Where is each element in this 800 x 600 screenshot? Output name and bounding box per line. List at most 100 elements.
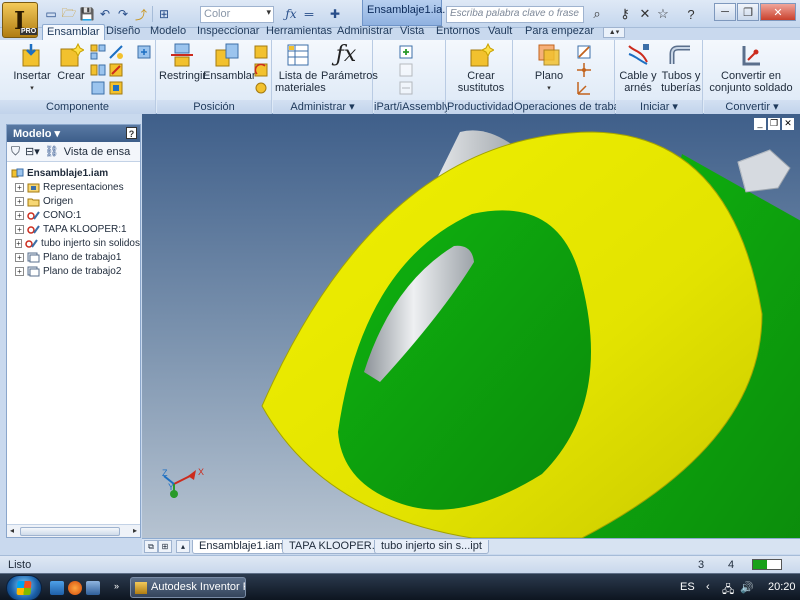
expand-icon[interactable]: + xyxy=(15,182,24,192)
create-substitutes-button[interactable]: Crear sustitutos xyxy=(455,42,507,94)
tab-modelo[interactable]: Modelo xyxy=(150,24,186,40)
tree-node-root[interactable]: Ensamblaje1.iam xyxy=(11,166,140,180)
expand-icon[interactable]: + xyxy=(15,196,24,206)
work-point-icon[interactable] xyxy=(576,62,592,78)
measure-icon[interactable]: ═ xyxy=(300,5,318,23)
tree-node-origen[interactable]: + Origen xyxy=(11,194,140,208)
help-icon[interactable]: ? xyxy=(682,5,700,23)
tray-expand-icon[interactable]: ‹ xyxy=(706,581,710,593)
pattern-icon[interactable] xyxy=(90,44,106,60)
taskbar-inventor-button[interactable]: Autodesk Inventor P... xyxy=(130,577,246,598)
tab-para-empezar[interactable]: Para empezar xyxy=(525,24,594,40)
show-desktop-icon[interactable] xyxy=(50,581,64,595)
tab-diseno[interactable]: Diseño xyxy=(106,24,140,40)
ipart-table-icon[interactable] xyxy=(398,44,414,60)
insert-component-button[interactable]: Insertar ▾ xyxy=(10,42,54,95)
view-structure-icon[interactable]: ⛓ xyxy=(45,145,59,158)
replace-icon[interactable] xyxy=(108,62,124,78)
tile-windows-icon[interactable]: ⊞ xyxy=(158,540,172,553)
browser-horizontal-scrollbar[interactable]: ◂ ▸ xyxy=(7,524,140,537)
doc-tab-tubo-injerto[interactable]: tubo injerto sin s...ipt xyxy=(374,540,489,554)
tab-vista[interactable]: Vista xyxy=(400,24,424,40)
viewport-restore-button[interactable]: ❐ xyxy=(768,118,780,130)
bill-of-materials-button[interactable]: Lista de materiales xyxy=(275,42,326,94)
maximize-button[interactable]: ❐ xyxy=(737,3,759,21)
arrange-windows-icon[interactable]: ⧉ xyxy=(144,540,158,553)
select-filter-icon[interactable]: ⊞ xyxy=(155,5,173,23)
tree-node-representaciones[interactable]: + Representaciones xyxy=(11,180,140,194)
expand-icon[interactable]: + xyxy=(15,252,24,262)
shrinkwrap-icon[interactable] xyxy=(90,80,106,96)
scroll-right-icon[interactable]: ▸ xyxy=(133,526,137,535)
quicklaunch-expand-icon[interactable]: » xyxy=(114,581,119,591)
mirror-icon[interactable] xyxy=(90,62,106,78)
view-cube[interactable] xyxy=(737,149,791,193)
search-input[interactable]: Escriba palabra clave o frase xyxy=(446,6,584,23)
tab-entornos[interactable]: Entornos xyxy=(436,24,480,40)
viewport-close-button[interactable]: ✕ xyxy=(782,118,794,130)
tube-pipe-button[interactable]: Tubos y tuberías xyxy=(660,42,702,94)
tab-administrar[interactable]: Administrar xyxy=(337,24,393,40)
return-icon[interactable]: ⤴ xyxy=(132,5,150,23)
expand-icon[interactable]: + xyxy=(15,224,24,234)
close-window-button[interactable]: ✕ xyxy=(760,3,796,21)
save-icon[interactable]: 💾 xyxy=(78,5,96,23)
tree-node-tapa-klooper[interactable]: + TAPA KLOOPER:1 xyxy=(11,222,140,236)
expand-icon[interactable]: + xyxy=(15,210,24,220)
move-icon[interactable] xyxy=(253,44,269,60)
help-icon[interactable]: ? xyxy=(126,127,137,139)
derive-icon[interactable] xyxy=(108,80,124,96)
color-override-dropdown[interactable]: Color ▾ xyxy=(200,6,274,23)
binoculars-icon[interactable]: ⌕ xyxy=(588,5,606,23)
rotate-icon[interactable] xyxy=(253,62,269,78)
tree-node-tubo-injerto[interactable]: + tubo injerto sin solidos xyxy=(11,236,140,250)
ribbon-minimize-toggle[interactable]: ▲▾ xyxy=(603,27,625,38)
tree-node-cono[interactable]: + CONO:1 xyxy=(11,208,140,222)
create-component-button[interactable]: Crear xyxy=(56,42,86,82)
function-icon[interactable]: ƒx xyxy=(282,5,300,23)
browser-header[interactable]: Modelo ▾ ? xyxy=(7,125,140,142)
key-icon[interactable]: ⚷ xyxy=(616,5,634,23)
undo-icon[interactable]: ↶ xyxy=(96,5,114,23)
browser-view-dropdown[interactable]: Vista de ensa xyxy=(64,146,130,158)
expand-icon[interactable]: + xyxy=(15,266,24,276)
tab-vault[interactable]: Vault xyxy=(488,24,512,40)
tab-herramientas[interactable]: Herramientas xyxy=(266,24,332,40)
filter-icon[interactable]: ⛉ xyxy=(11,144,20,159)
work-axis-icon[interactable] xyxy=(576,44,592,60)
grip-icon[interactable] xyxy=(253,80,269,96)
expand-icon[interactable]: + xyxy=(15,238,23,248)
assemble-button[interactable]: Ensamblar xyxy=(203,42,256,82)
restrict-button[interactable]: Restringir xyxy=(159,42,206,82)
viewport-minimize-button[interactable]: _ xyxy=(754,118,766,130)
minimize-button[interactable]: ─ xyxy=(714,3,736,21)
clock[interactable]: 20:20 xyxy=(768,581,796,593)
favorites-star-icon[interactable]: ☆ xyxy=(654,5,672,23)
scroll-left-icon[interactable]: ◂ xyxy=(10,526,14,535)
redo-icon[interactable]: ↷ xyxy=(114,5,132,23)
switch-windows-icon[interactable] xyxy=(86,581,100,595)
convert-weldment-button[interactable]: Convertir en conjunto soldado xyxy=(706,42,796,94)
new-document-icon[interactable]: ▭ xyxy=(42,5,60,23)
application-menu-button[interactable]: I PRO xyxy=(2,2,38,38)
cable-harness-button[interactable]: Cable y arnés xyxy=(618,42,658,94)
tree-node-plano-2[interactable]: + Plano de trabajo2 xyxy=(11,264,140,278)
tree-node-plano-1[interactable]: + Plano de trabajo1 xyxy=(11,250,140,264)
work-plane-button[interactable]: Plano ▾ xyxy=(528,42,570,95)
volume-icon[interactable]: 🔊 xyxy=(740,581,754,594)
copy-icon[interactable] xyxy=(108,44,124,60)
open-documents-menu-icon[interactable]: ▴ xyxy=(176,540,190,553)
tab-ensamblar[interactable]: Ensamblar xyxy=(42,24,105,40)
tab-inspeccionar[interactable]: Inspeccionar xyxy=(197,24,259,40)
grip-snap-icon[interactable] xyxy=(136,44,152,60)
open-folder-icon[interactable]: 🗁 xyxy=(60,5,78,23)
parameters-button[interactable]: ƒx Parámetros xyxy=(321,42,378,82)
scrollbar-thumb[interactable] xyxy=(20,527,120,536)
language-indicator[interactable]: ES xyxy=(680,581,695,593)
add-icon[interactable]: ✚ xyxy=(326,5,344,23)
start-button[interactable] xyxy=(6,575,42,600)
tree-options-icon[interactable]: ⊟▾ xyxy=(25,145,40,158)
network-icon[interactable]: 🖧 xyxy=(722,581,734,600)
close-small-icon[interactable]: ✕ xyxy=(636,5,654,23)
ucs-icon[interactable] xyxy=(576,80,592,96)
